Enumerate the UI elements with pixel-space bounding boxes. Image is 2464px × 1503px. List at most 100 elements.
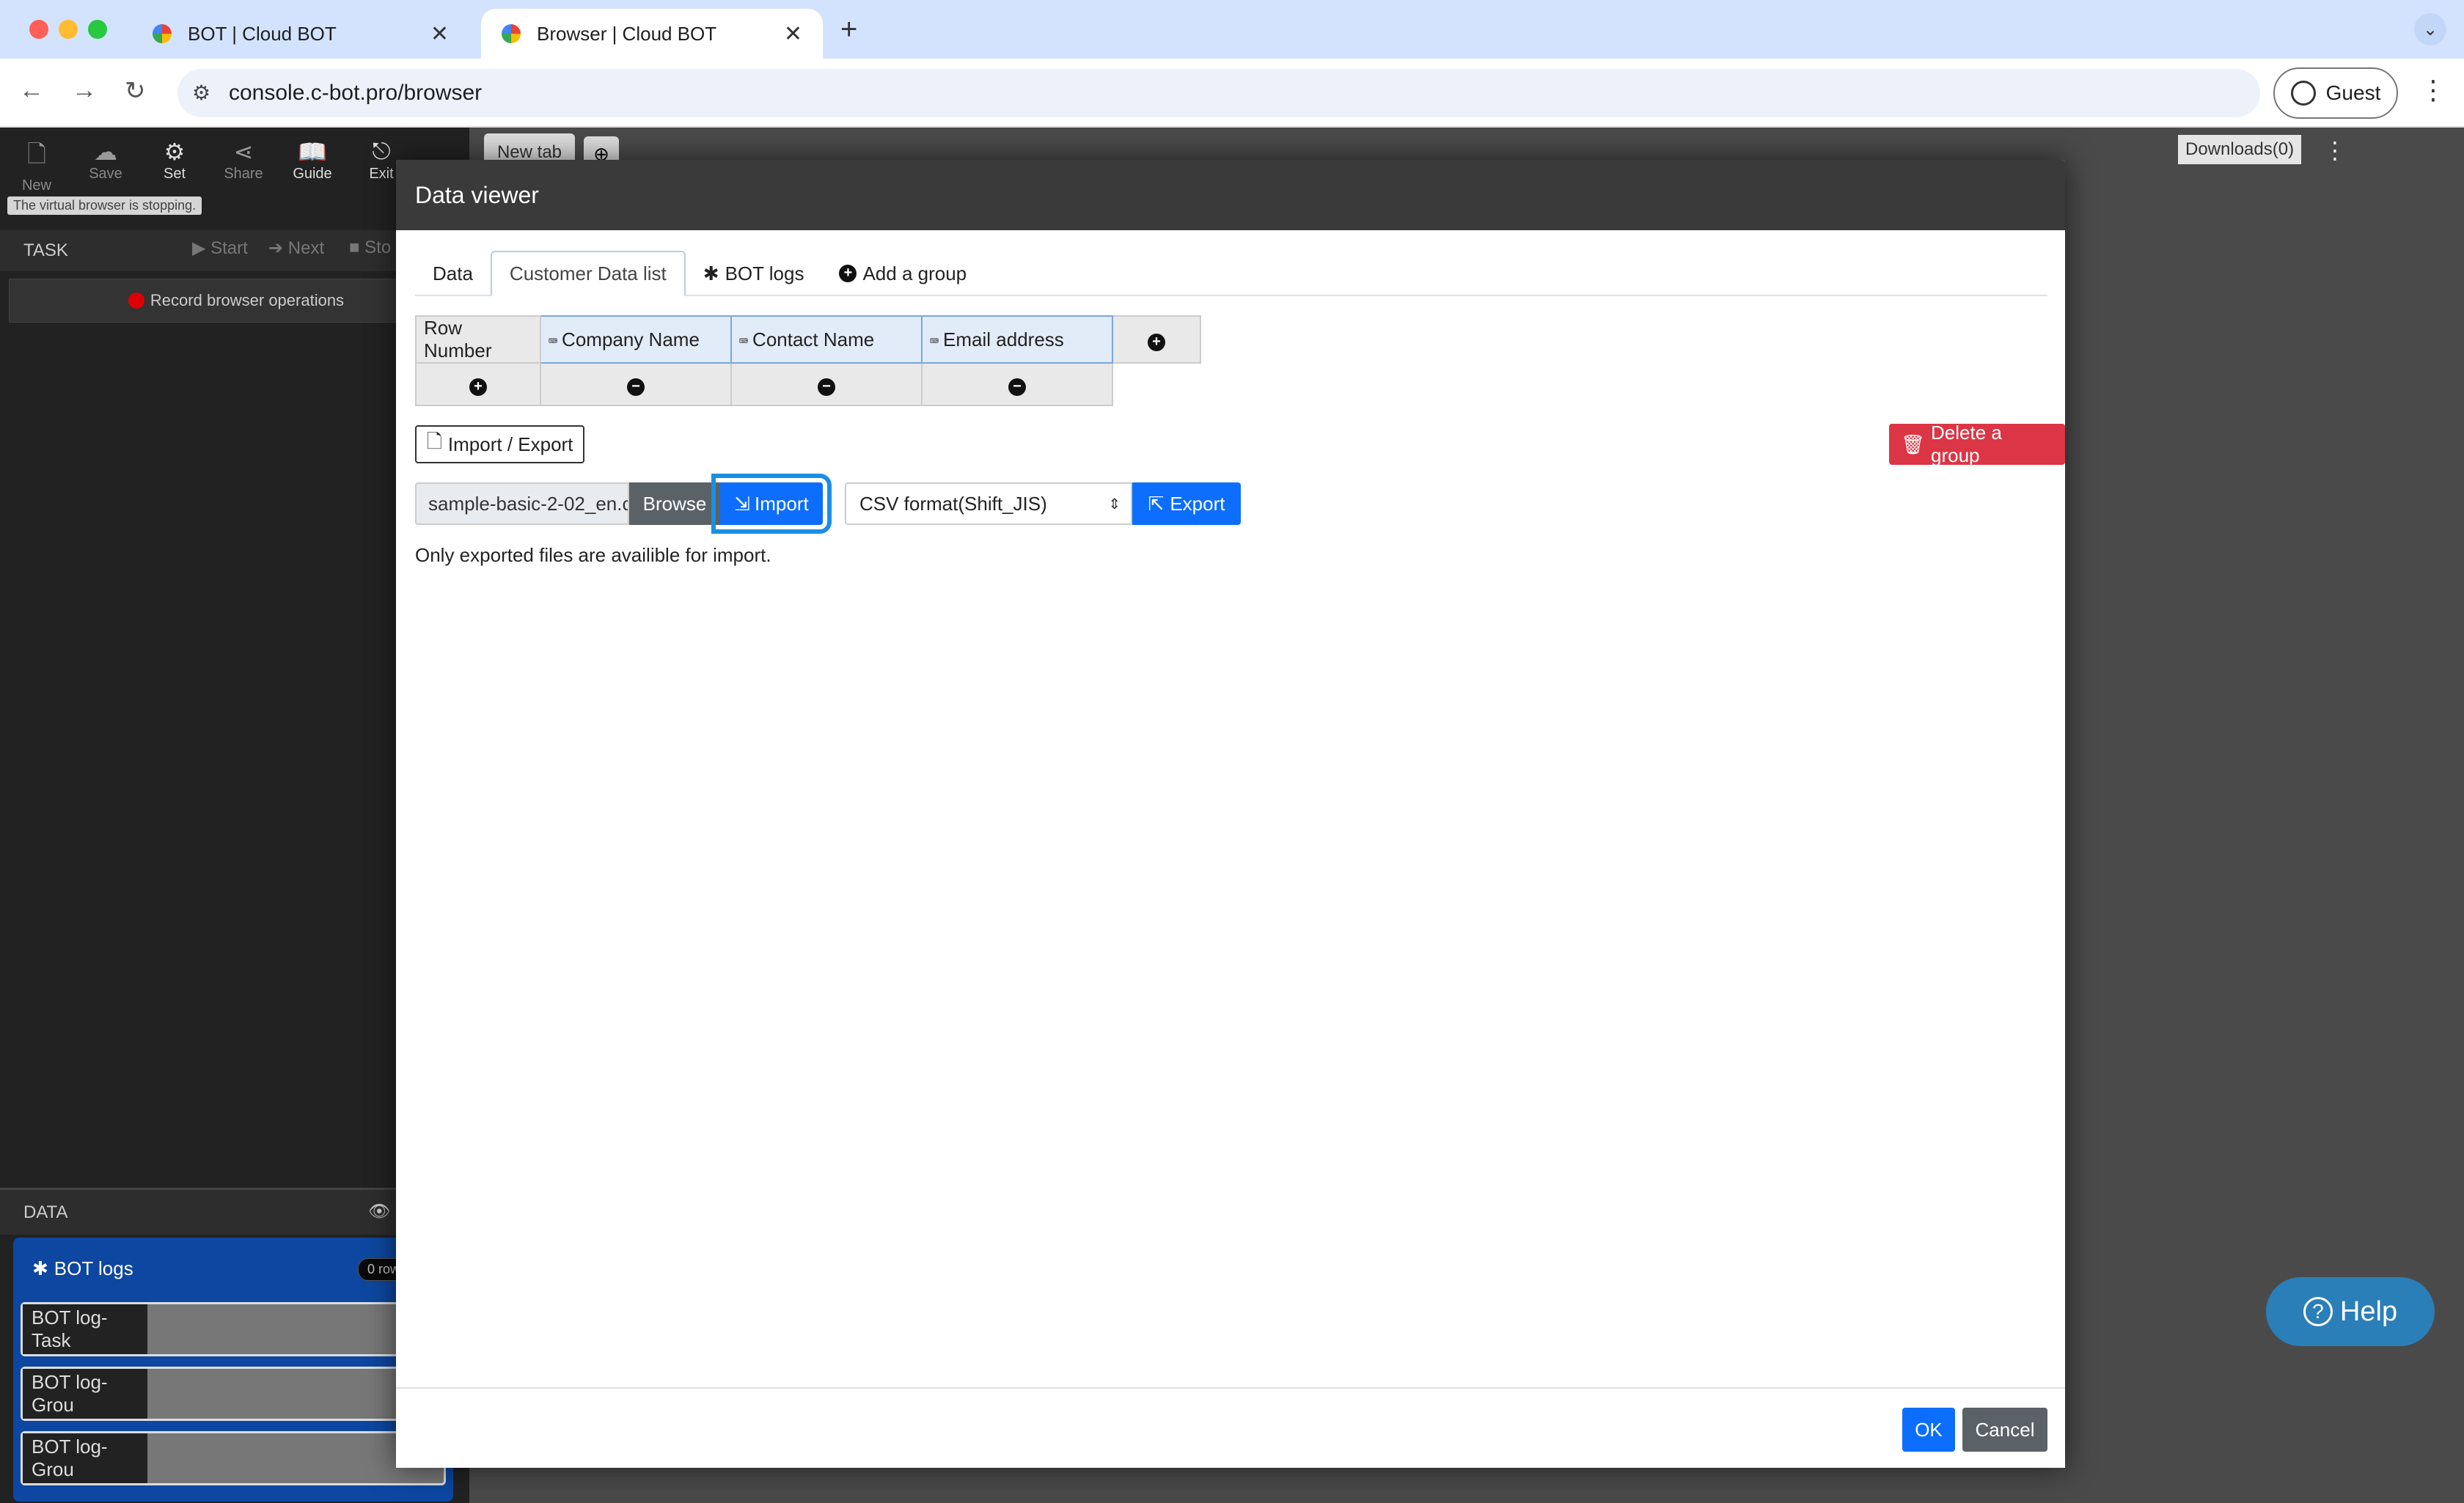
tab-customer-data-list-label: Customer Data list: [509, 262, 667, 284]
tab-search-chevron-icon[interactable]: ⌄: [2414, 13, 2446, 45]
minus-circle-icon: −: [1008, 378, 1026, 396]
cloud-icon: ☁: [94, 139, 117, 165]
tab-bot-logs[interactable]: ✱ BOT logs: [686, 251, 822, 296]
keyboard-icon: ⌨: [739, 331, 749, 350]
guest-avatar-icon: [2290, 81, 2316, 106]
site-settings-icon[interactable]: ⚙: [192, 81, 210, 105]
delete-group-button[interactable]: 🗑 Delete a group: [1889, 422, 2065, 466]
browser-menu-icon[interactable]: ⋮: [2420, 75, 2446, 106]
file-input[interactable]: sample-basic-2-02_en.c: [415, 482, 629, 525]
import-note: Only exported files are availible for im…: [415, 544, 771, 566]
cloud-bot-favicon-icon: [153, 24, 172, 43]
file-icon: 🗋: [27, 141, 46, 167]
add-row-button[interactable]: +: [415, 362, 541, 406]
guide-button[interactable]: 📖 Guide: [292, 138, 333, 189]
maximize-window-button[interactable]: [88, 20, 107, 39]
new-button[interactable]: 🗋 New: [16, 138, 57, 194]
close-window-button[interactable]: [29, 20, 48, 39]
browse-label: Browse: [642, 492, 707, 515]
remove-column-button[interactable]: −: [540, 362, 732, 406]
plus-circle-icon: +: [469, 378, 487, 396]
log-row[interactable]: BOT log-Grou: [21, 1431, 446, 1485]
exit-icon: ⎋: [372, 138, 391, 164]
browser-tab-title: Browser | Cloud BOT: [537, 22, 717, 45]
ok-button[interactable]: OK: [1902, 1408, 1955, 1452]
log-row-name: BOT log-Grou: [23, 1433, 147, 1483]
minus-circle-icon: −: [818, 378, 835, 396]
modal-title: Data viewer: [415, 181, 539, 208]
share-icon: ⋖: [233, 139, 254, 165]
tab-data[interactable]: Data: [415, 251, 491, 296]
import-export-button[interactable]: 🗋 Import / Export: [415, 425, 585, 463]
new-tab-plus-icon[interactable]: +: [840, 13, 857, 46]
set-button[interactable]: ⚙ Set: [154, 138, 195, 189]
log-row[interactable]: BOT log-Task: [21, 1302, 446, 1356]
reload-icon[interactable]: ↻: [125, 76, 146, 106]
file-import-icon: ⇲: [734, 492, 751, 515]
import-export-label: Import / Export: [447, 433, 573, 455]
browser-tab-bot[interactable]: BOT | Cloud BOT ✕: [132, 9, 469, 59]
column-header-company-name[interactable]: ⌨ Company Name: [540, 315, 732, 364]
close-tab-icon[interactable]: ✕: [784, 21, 802, 47]
data-title: DATA: [23, 1202, 68, 1222]
cancel-label: Cancel: [1975, 1418, 2035, 1441]
record-operations-button[interactable]: Record browser operations: [9, 279, 463, 323]
tab-add-group[interactable]: + Add a group: [821, 251, 984, 296]
format-select[interactable]: CSV format(Shift_JIS) ⇕: [845, 482, 1132, 525]
bot-logs-group[interactable]: ✱ BOT logs 0 row BOT log-Task BOT log-Gr…: [13, 1238, 453, 1502]
remove-column-button[interactable]: −: [921, 362, 1113, 406]
log-row[interactable]: BOT log-Grou: [21, 1367, 446, 1421]
guide-label: Guide: [293, 166, 332, 182]
stop-button[interactable]: ■ Sto: [349, 238, 391, 258]
next-button[interactable]: ➔ Next: [268, 238, 324, 259]
question-circle-icon: ?: [2303, 1297, 2333, 1326]
grid-action-row: + − − −: [415, 362, 1200, 406]
export-label: Export: [1170, 492, 1225, 515]
log-row-name: BOT log-Grou: [23, 1369, 147, 1419]
record-label: Record browser operations: [150, 291, 345, 309]
book-icon: 📖: [298, 139, 327, 165]
import-label: Import: [755, 492, 809, 515]
grid-header-row: Row Number ⌨ Company Name ⌨ Contact Name ⌨…: [415, 315, 1201, 364]
share-button[interactable]: ⋖ Share: [223, 138, 264, 189]
save-button[interactable]: ☁ Save: [85, 138, 126, 189]
cancel-button[interactable]: Cancel: [1962, 1408, 2047, 1452]
downloads-button[interactable]: Downloads(0): [2178, 135, 2302, 164]
address-bar[interactable]: ⚙ console.c-bot.pro/browser: [177, 69, 2260, 117]
file-export-icon: ⇱: [1148, 492, 1165, 515]
close-tab-icon[interactable]: ✕: [430, 21, 449, 47]
file-icon: 🗋: [427, 430, 442, 452]
export-button[interactable]: ⇱ Export: [1132, 482, 1241, 525]
column-label: Contact Name: [752, 328, 875, 350]
plus-circle-icon: +: [839, 265, 857, 282]
profile-button[interactable]: Guest: [2273, 67, 2398, 119]
add-column-button[interactable]: +: [1112, 315, 1201, 364]
remove-column-button[interactable]: −: [730, 362, 923, 406]
modal-tabs: Data Customer Data list ✱ BOT logs + Add…: [415, 251, 2047, 296]
record-dot-icon: [128, 293, 144, 309]
tab-customer-data-list[interactable]: Customer Data list: [490, 251, 686, 296]
browser-tab-browser[interactable]: Browser | Cloud BOT ✕: [481, 9, 823, 59]
format-value: CSV format(Shift_JIS): [859, 492, 1047, 515]
profile-label: Guest: [2325, 81, 2381, 104]
browser-toolbar: ← → ↻ ⚙ console.c-bot.pro/browser Guest …: [0, 59, 2464, 128]
browse-button[interactable]: Browse: [629, 482, 720, 525]
gear-icon: ⚙: [164, 139, 186, 165]
eye-icon[interactable]: 👁: [368, 1201, 390, 1222]
downloads-menu-icon[interactable]: ⋮: [2323, 136, 2347, 164]
start-button[interactable]: ▶ Start: [192, 238, 248, 259]
help-button[interactable]: ? Help: [2266, 1277, 2435, 1346]
select-caret-icon: ⇕: [1108, 496, 1121, 512]
empty-cell: [1112, 363, 1200, 405]
forward-arrow-icon[interactable]: →: [72, 76, 97, 105]
column-header-contact-name[interactable]: ⌨ Contact Name: [730, 315, 923, 364]
column-header-email-address[interactable]: ⌨ Email address: [921, 315, 1113, 364]
import-button[interactable]: ⇲ Import: [711, 474, 832, 534]
trash-icon: 🗑: [1901, 433, 1926, 455]
keyboard-icon: ⌨: [549, 331, 558, 350]
column-label: Email address: [943, 328, 1064, 350]
bug-icon: ✱: [703, 262, 719, 284]
exit-label: Exit: [369, 166, 394, 182]
back-arrow-icon[interactable]: ←: [19, 76, 44, 105]
minimize-window-button[interactable]: [59, 20, 78, 39]
